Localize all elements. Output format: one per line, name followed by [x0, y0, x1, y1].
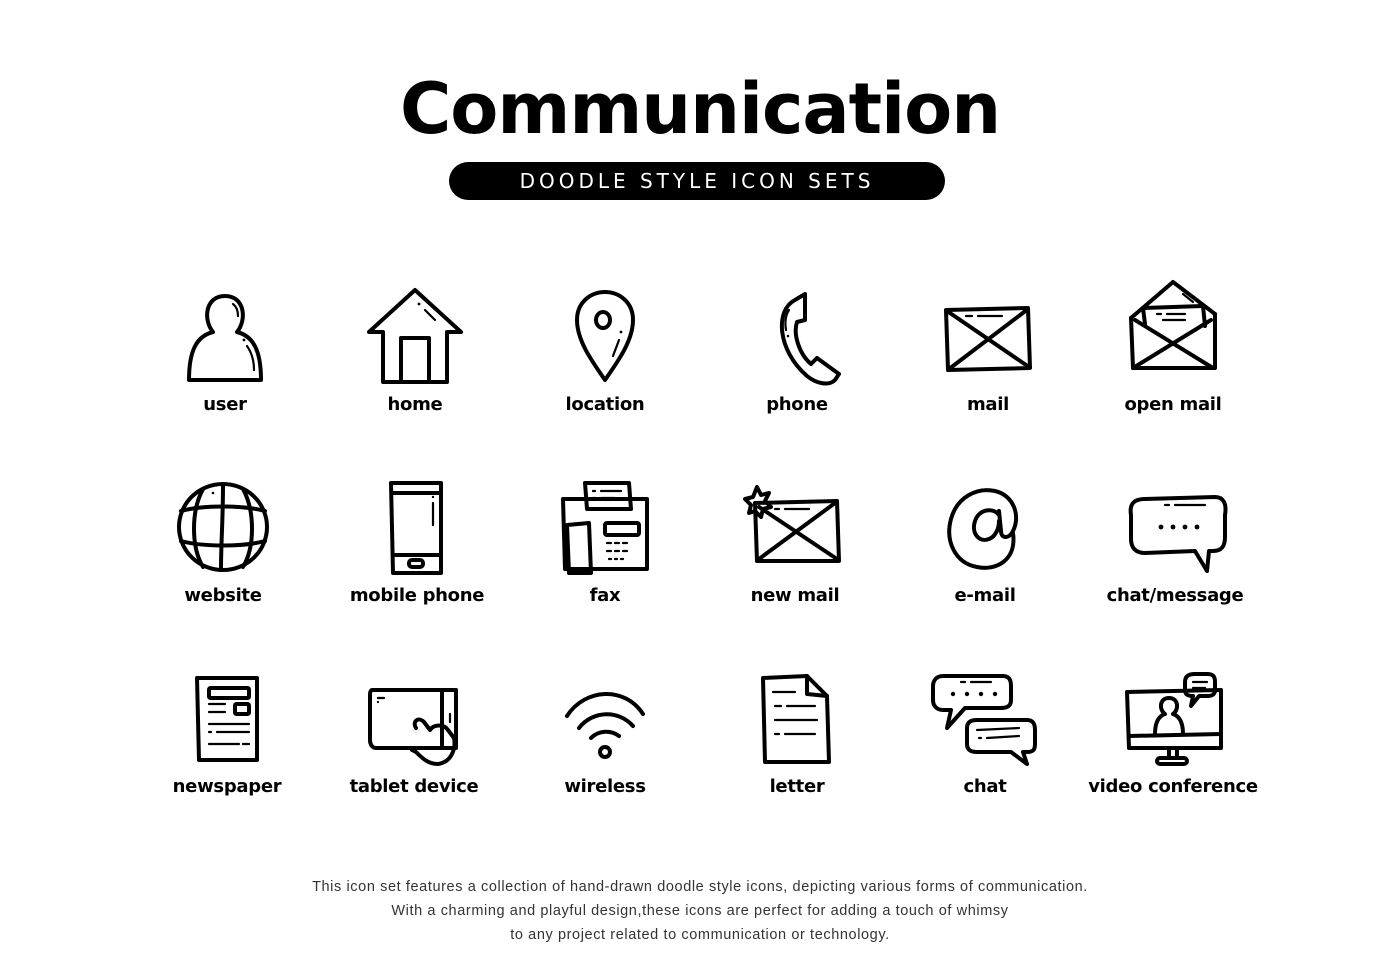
icon-label: wireless [564, 776, 646, 797]
icon-label: new mail [750, 585, 840, 606]
icon-card-tablet: tablet device [314, 672, 514, 822]
fax-machine-icon [561, 481, 649, 575]
icon-card-home: home [315, 288, 515, 440]
icon-card-mobile-phone: mobile phone [317, 481, 517, 631]
icon-label: user [203, 394, 247, 415]
description-line: to any project related to communication … [510, 927, 890, 943]
icon-label: website [184, 585, 262, 606]
icon-label: newspaper [172, 776, 282, 797]
newspaper-icon [195, 676, 259, 762]
icon-label: phone [766, 394, 828, 415]
icon-label: mobile phone [349, 585, 485, 606]
description-line: This icon set features a collection of h… [312, 879, 1088, 895]
icon-label: chat/message [1106, 585, 1244, 606]
location-pin-icon [575, 290, 635, 382]
icon-card-open-mail: open mail [1073, 280, 1273, 440]
subtitle-banner: DOODLE STYLE ICON SETS [449, 162, 945, 200]
icon-label: video conference [1088, 776, 1258, 797]
icon-label: mail [966, 394, 1010, 415]
icon-card-e-mail: e-mail [885, 481, 1085, 631]
phone-handset-icon [779, 292, 841, 386]
wifi-icon [565, 692, 645, 759]
icon-label: home [387, 394, 443, 415]
icon-label: e-mail [954, 585, 1016, 606]
open-mail-icon [1129, 280, 1217, 370]
icon-card-location: location [505, 290, 705, 440]
mobile-phone-icon [389, 481, 443, 575]
icon-card-chat-message: chat/message [1075, 481, 1275, 631]
icon-card-wireless: wireless [505, 672, 705, 822]
icon-card-chat: chat [885, 672, 1085, 822]
icon-card-mail: mail [888, 290, 1088, 440]
document-letter-icon [761, 674, 831, 764]
at-sign-icon [947, 488, 1019, 570]
icon-card-letter: letter [697, 672, 897, 822]
speech-bubble-icon [1128, 495, 1228, 573]
icon-card-new-mail: new mail [695, 481, 895, 631]
icon-label: chat [963, 776, 1007, 797]
home-icon [367, 288, 463, 384]
user-icon [187, 294, 263, 382]
mail-envelope-icon [944, 306, 1032, 372]
video-conference-icon [1125, 672, 1223, 766]
icon-card-phone: phone [697, 290, 897, 440]
chat-bubbles-icon [931, 674, 1037, 766]
icon-label: location [565, 394, 645, 415]
subtitle-text: DOODLE STYLE ICON SETS [519, 169, 875, 193]
globe-icon [177, 482, 269, 572]
icon-card-user: user [125, 290, 325, 440]
icon-card-video-conference: video conference [1073, 672, 1273, 822]
description-line: With a charming and playful design,these… [391, 903, 1009, 919]
page-title: Communication [399, 68, 1001, 150]
icon-card-fax: fax [505, 481, 705, 631]
tablet-touch-icon [368, 688, 458, 766]
icon-card-newspaper: newspaper [127, 672, 327, 822]
icon-label: open mail [1124, 394, 1222, 415]
icon-label: tablet device [349, 776, 479, 797]
icon-card-website: website [123, 481, 323, 631]
description: This icon set features a collection of h… [0, 875, 1400, 947]
icon-label: fax [589, 585, 621, 606]
new-mail-icon [743, 485, 841, 563]
icon-label: letter [769, 776, 825, 797]
